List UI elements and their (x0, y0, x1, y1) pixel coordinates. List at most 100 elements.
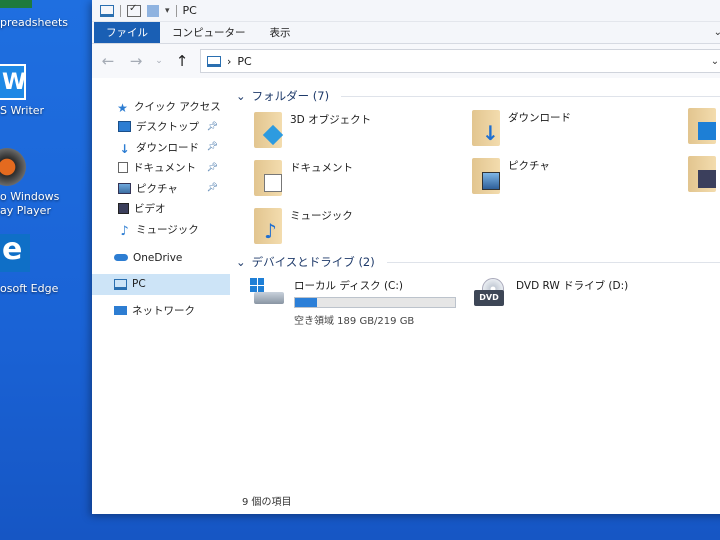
new-folder-icon[interactable] (147, 4, 159, 17)
folder-label: ミュージック (290, 210, 353, 222)
sidebar-item-downloads[interactable]: ↓ ダウンロード 📌︎ (92, 137, 230, 158)
expand-ribbon-icon[interactable]: ⌄ (704, 22, 720, 43)
pc-icon[interactable] (100, 4, 114, 17)
sidebar-item-label: デスクトップ (136, 121, 199, 134)
document-icon (118, 162, 128, 174)
folder-partial-1[interactable] (688, 108, 716, 144)
divider (120, 4, 121, 17)
address-bar[interactable]: › PC ⌄ (200, 49, 720, 73)
sidebar-item-documents[interactable]: ドキュメント 📌︎ (92, 158, 230, 179)
desktop-icon-spreadsheets[interactable]: preadsheets (0, 0, 90, 40)
3d-objects-folder-icon (254, 112, 284, 148)
sidebar-item-label: ダウンロード (136, 141, 199, 154)
dvd-drive-icon: DVD (472, 278, 508, 308)
pin-icon[interactable]: 📌︎ (207, 183, 218, 193)
navigation-bar: ← → ⌄ ↑ › PC ⌄ (92, 44, 720, 78)
tab-file[interactable]: ファイル (94, 22, 160, 43)
sidebar-item-pc[interactable]: PC (92, 274, 230, 295)
drive-label: DVD RW ドライブ (D:) (516, 280, 629, 292)
content-pane: ⌄ フォルダー (7) 3D オブジェクト ↓ ダウンロード ドキュメント ピク… (230, 78, 720, 514)
sidebar-item-label: PC (132, 278, 146, 291)
chevron-down-icon: ⌄ (236, 255, 246, 269)
folder-partial-2[interactable] (688, 156, 716, 192)
chevron-down-icon[interactable]: ⌄ (705, 56, 720, 67)
folder-downloads[interactable]: ↓ ダウンロード (472, 110, 571, 146)
edge-icon: e (0, 232, 30, 272)
pin-icon[interactable]: 📌︎ (207, 163, 218, 173)
navigation-pane: ★ クイック アクセス デスクトップ 📌︎ ↓ ダウンロード 📌︎ ドキュメント… (92, 78, 230, 514)
sidebar-item-label: ビデオ (134, 203, 166, 216)
pc-icon (114, 278, 127, 290)
desktop-icon (118, 121, 131, 133)
folder-icon (688, 156, 716, 192)
folders-group-header[interactable]: ⌄ フォルダー (7) (236, 88, 720, 104)
sidebar-item-onedrive[interactable]: OneDrive (92, 248, 230, 269)
sidebar-item-videos[interactable]: ビデオ (92, 199, 230, 220)
forward-button[interactable]: → (126, 52, 146, 70)
folder-pictures[interactable]: ピクチャ (472, 158, 550, 194)
desktop-icon-media-player[interactable]: o Windows ay Player (0, 148, 90, 228)
download-icon: ↓ (119, 141, 130, 156)
desktop-icon-label: preadsheets (0, 16, 69, 29)
sidebar-item-desktop[interactable]: デスクトップ 📌︎ (92, 117, 230, 138)
sidebar-item-label: ピクチャ (136, 182, 178, 195)
downloads-folder-icon: ↓ (472, 110, 500, 146)
sidebar-item-label: ネットワーク (132, 305, 195, 318)
sidebar-item-quick-access[interactable]: ★ クイック アクセス (92, 96, 230, 117)
music-icon: ♪ (120, 223, 129, 239)
ribbon: ファイル コンピューター 表示 ⌄ (92, 22, 720, 44)
sidebar-item-network[interactable]: ネットワーク (92, 301, 230, 322)
folder-icon (688, 108, 716, 144)
folder-music[interactable]: ♪ ミュージック (254, 208, 353, 244)
back-button[interactable]: ← (98, 52, 118, 70)
folder-3d-objects[interactable]: 3D オブジェクト (254, 112, 371, 148)
window-title: PC (182, 4, 197, 17)
sidebar-item-label: ミュージック (136, 223, 199, 236)
divider (175, 4, 177, 17)
folder-label: 3D オブジェクト (290, 114, 372, 126)
properties-icon[interactable] (127, 3, 141, 17)
dvd-badge: DVD (474, 290, 504, 306)
folder-documents[interactable]: ドキュメント (254, 160, 353, 196)
up-button[interactable]: ↑ (172, 52, 192, 70)
recent-locations-button[interactable]: ⌄ (154, 56, 164, 66)
group-title: フォルダー (7) (251, 89, 330, 103)
music-folder-icon: ♪ (254, 208, 282, 244)
star-icon: ★ (117, 100, 128, 115)
chevron-right-icon: › (227, 54, 232, 68)
sidebar-item-label: OneDrive (133, 251, 183, 264)
folder-label: ドキュメント (290, 162, 353, 174)
chevron-down-icon: ⌄ (236, 89, 246, 103)
network-icon (114, 306, 127, 316)
documents-folder-icon (254, 160, 282, 196)
divider (341, 95, 720, 97)
drive-dvd-d[interactable]: DVD DVD RW ドライブ (D:) (472, 278, 628, 308)
media-player-icon (0, 148, 26, 186)
tab-view[interactable]: 表示 (258, 22, 303, 43)
folder-label: ピクチャ (508, 160, 550, 172)
drive-free-space: 空き領域 189 GB/219 GB (294, 316, 415, 327)
writer-icon: W (0, 64, 26, 100)
drives-group-header[interactable]: ⌄ デバイスとドライブ (2) (236, 254, 720, 270)
address-path: PC (237, 54, 252, 68)
sidebar-item-pictures[interactable]: ピクチャ 📌︎ (92, 178, 230, 199)
local-disk-icon (250, 278, 286, 308)
tab-computer[interactable]: コンピューター (160, 22, 258, 43)
status-bar: 9 個の項目 (242, 497, 292, 508)
desktop-icon-writer[interactable]: W S Writer (0, 60, 90, 120)
group-title: デバイスとドライブ (2) (251, 255, 375, 269)
folder-label: ダウンロード (508, 112, 571, 124)
pin-icon[interactable]: 📌︎ (207, 122, 218, 132)
title-bar: ▾ PC (92, 0, 720, 22)
drive-local-c[interactable]: ローカル ディスク (C:) 空き領域 189 GB/219 GB (250, 278, 456, 327)
desktop-icon-edge[interactable]: e osoft Edge (0, 232, 90, 304)
video-icon (118, 203, 129, 215)
file-explorer-window: ▾ PC ファイル コンピューター 表示 ⌄ ← → ⌄ ↑ › PC ⌄ ★ … (92, 0, 720, 514)
desktop-icon-label: S Writer (0, 104, 45, 117)
drive-usage-fill (295, 298, 317, 307)
cloud-icon (114, 254, 128, 262)
sidebar-item-music[interactable]: ♪ ミュージック (92, 219, 230, 240)
customize-toolbar-icon[interactable]: ▾ (165, 6, 170, 16)
pin-icon[interactable]: 📌︎ (207, 142, 218, 152)
pictures-folder-icon (472, 158, 500, 194)
